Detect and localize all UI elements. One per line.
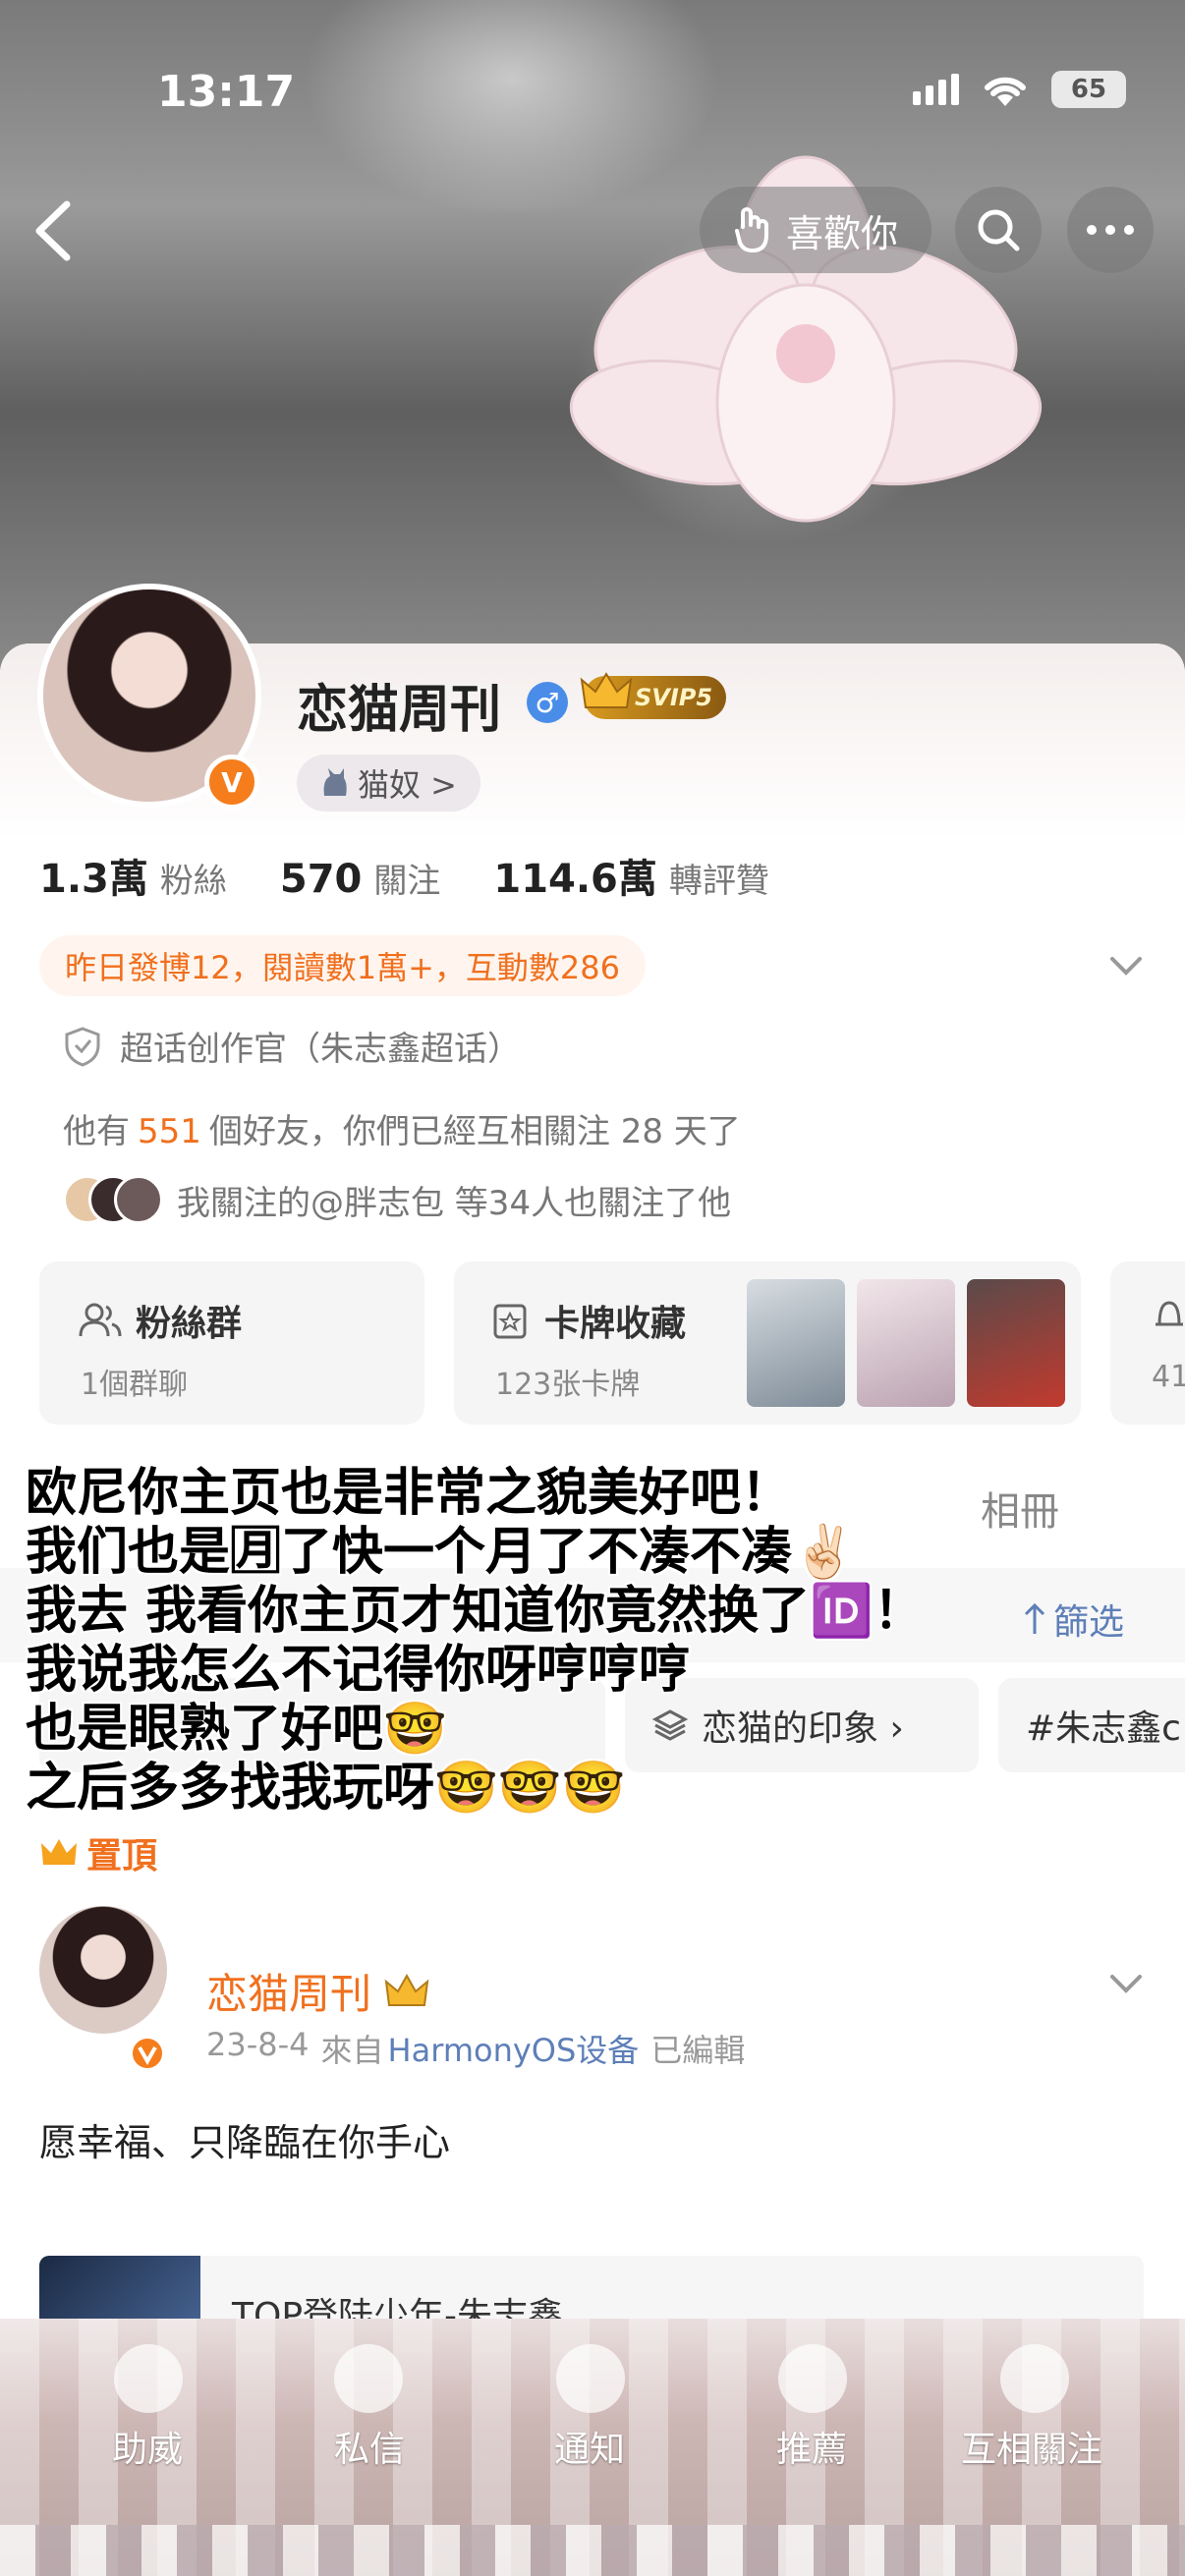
nav-recommend[interactable]: 推薦 <box>776 2421 847 2472</box>
group-icon <box>79 1303 122 1337</box>
following-label[interactable]: 關注 <box>373 854 440 902</box>
chip-topic[interactable]: #朱志鑫c <box>998 1678 1185 1772</box>
fans-group-sub: 1個群聊 <box>81 1368 189 1402</box>
card-collection-title-row: 卡牌收藏 <box>491 1295 686 1346</box>
verified-badge <box>129 2035 166 2072</box>
search-button[interactable] <box>955 187 1042 273</box>
more-button[interactable] <box>1067 187 1154 273</box>
cat-icon <box>323 768 347 796</box>
fans-group-card[interactable]: 粉絲群 1個群聊 <box>39 1261 424 1425</box>
post-author-row[interactable]: 恋猫周刊 <box>206 1961 430 2021</box>
overlay-line: 我说我怎么不记得你呀哼哼哼 <box>26 1641 691 1700</box>
post-avatar[interactable] <box>39 1906 167 2034</box>
fans-count[interactable]: 1.3萬 <box>39 847 148 904</box>
post-source[interactable]: HarmonyOS设备 <box>388 2026 640 2071</box>
extra-feature-sub: 41 <box>1152 1360 1185 1394</box>
friends-suffix: 個好友，你們已經互相關注 28 天了 <box>208 1112 741 1151</box>
sort-icon <box>1024 1602 1045 1634</box>
chevron-down-icon[interactable] <box>1106 949 1146 984</box>
card-collection-card[interactable]: 卡牌收藏 123张卡牌 <box>454 1261 1081 1425</box>
overlay-line: 也是眼熟了好吧🤓 <box>26 1700 447 1759</box>
more-icon <box>1087 225 1134 235</box>
like-label: 喜歡你 <box>785 211 898 255</box>
reposts-count: 114.6萬 <box>493 857 657 902</box>
shield-icon <box>65 1026 100 1067</box>
recommend-icon <box>778 2344 847 2413</box>
overlay-line: 欧尼你主页也是非常之貌美好吧！ <box>26 1464 793 1523</box>
card-collection-sub: 123张卡牌 <box>495 1368 641 1402</box>
back-icon[interactable] <box>29 196 77 265</box>
wifi-icon <box>985 77 1026 106</box>
extra-feature-card[interactable]: 41 <box>1110 1261 1185 1425</box>
friends-count: 551 <box>138 1112 201 1151</box>
post-meta: 23-8-4 來自 HarmonyOS设备 已編輯 <box>206 2026 745 2071</box>
fans-group-title: 粉絲群 <box>136 1304 243 1344</box>
friends-row: 他有 551 個好友，你們已經互相關注 28 天了 <box>63 1104 741 1152</box>
cheer-icon <box>114 2344 183 2413</box>
card-icon <box>493 1304 527 1339</box>
overlay-line: 我们也是🈷了快一个月了不凑不凑✌🏻 <box>26 1523 856 1582</box>
nav-notify[interactable]: 通知 <box>554 2421 625 2472</box>
crown-icon <box>41 1839 77 1865</box>
status-time: 13:17 <box>157 67 296 117</box>
overlay-line: 我去 我看你主页才知道你竟然换了🆔！ <box>26 1582 925 1641</box>
message-icon <box>334 2344 403 2413</box>
verified-badge: V <box>204 755 259 810</box>
crown-icon <box>580 672 633 708</box>
post-edited: 已編輯 <box>650 2032 746 2069</box>
pinned-label-row: 置頂 <box>39 1827 157 1878</box>
card-thumbnail <box>857 1279 955 1407</box>
search-icon <box>978 209 1020 252</box>
post-author: 恋猫周刊 <box>206 1970 372 2018</box>
friends-prefix: 他有 <box>63 1112 130 1151</box>
profile-name: 恋猫周刊 <box>297 681 502 740</box>
hat-icon <box>1156 1301 1183 1326</box>
mutual-follow-row[interactable]: 我關注的@胖志包 等34人也關注了他 <box>63 1175 731 1224</box>
cat-slave-tag[interactable]: 猫奴 > <box>297 755 480 812</box>
avatar <box>114 1175 163 1224</box>
fans-label[interactable]: 粉絲 <box>160 854 227 902</box>
nav-mutual-follow[interactable]: 互相關注 <box>961 2421 1102 2472</box>
signal-icon <box>913 74 959 105</box>
bell-icon <box>556 2344 625 2413</box>
card-thumbnail <box>967 1279 1065 1407</box>
mutual-text: 我關注的@胖志包 等34人也關注了他 <box>177 1183 732 1223</box>
profile-stats: 1.3萬 粉絲 570 關注 114.6萬 轉評贊 <box>39 847 822 904</box>
filter-button[interactable]: 篩选 <box>1022 1594 1124 1645</box>
hand-heart-icon <box>734 207 768 252</box>
overlay-message: 欧尼你主页也是非常之貌美好吧！ 我们也是🈷了快一个月了不凑不凑✌🏻 我去 我看你… <box>26 1464 925 1818</box>
super-topic-label: 超话创作官（朱志鑫超话） <box>120 1030 521 1069</box>
male-icon: ♂ <box>527 682 568 723</box>
crown-icon <box>384 1973 429 2006</box>
post-from: 來自 <box>320 2032 384 2069</box>
battery-icon: 65 <box>1051 71 1126 108</box>
status-icons: 65 <box>913 71 1126 108</box>
mutual-follow-icon <box>1000 2344 1069 2413</box>
nav-message[interactable]: 私信 <box>334 2421 405 2472</box>
filter-label: 篩选 <box>1053 1602 1125 1643</box>
chip-label: #朱志鑫c <box>1026 1708 1181 1749</box>
mutual-avatars <box>63 1175 163 1224</box>
chevron-down-icon[interactable] <box>1106 1967 1146 2002</box>
card-thumbnail <box>747 1279 845 1407</box>
overlay-line: 之后多多找我玩呀🤓🤓🤓 <box>26 1759 626 1818</box>
super-topic-row[interactable]: 超话创作官（朱志鑫超话） <box>63 1022 521 1070</box>
activity-summary[interactable]: 昨日發博12，閱讀數1萬+，互動數286 <box>39 935 646 996</box>
pinned-label: 置頂 <box>86 1836 158 1876</box>
reposts-label: 轉評贊 <box>668 862 769 901</box>
like-button[interactable]: 喜歡你 <box>700 187 931 273</box>
card-collection-title: 卡牌收藏 <box>544 1304 687 1344</box>
post-date: 23-8-4 <box>206 2026 310 2063</box>
following-count[interactable]: 570 <box>280 857 363 902</box>
tag-label: 猫奴 > <box>358 766 457 804</box>
nav-cheer[interactable]: 助威 <box>112 2421 183 2472</box>
post-text: 愿幸福、只降臨在你手心 <box>39 2121 451 2164</box>
fans-group-title-row: 粉絲群 <box>79 1295 242 1346</box>
